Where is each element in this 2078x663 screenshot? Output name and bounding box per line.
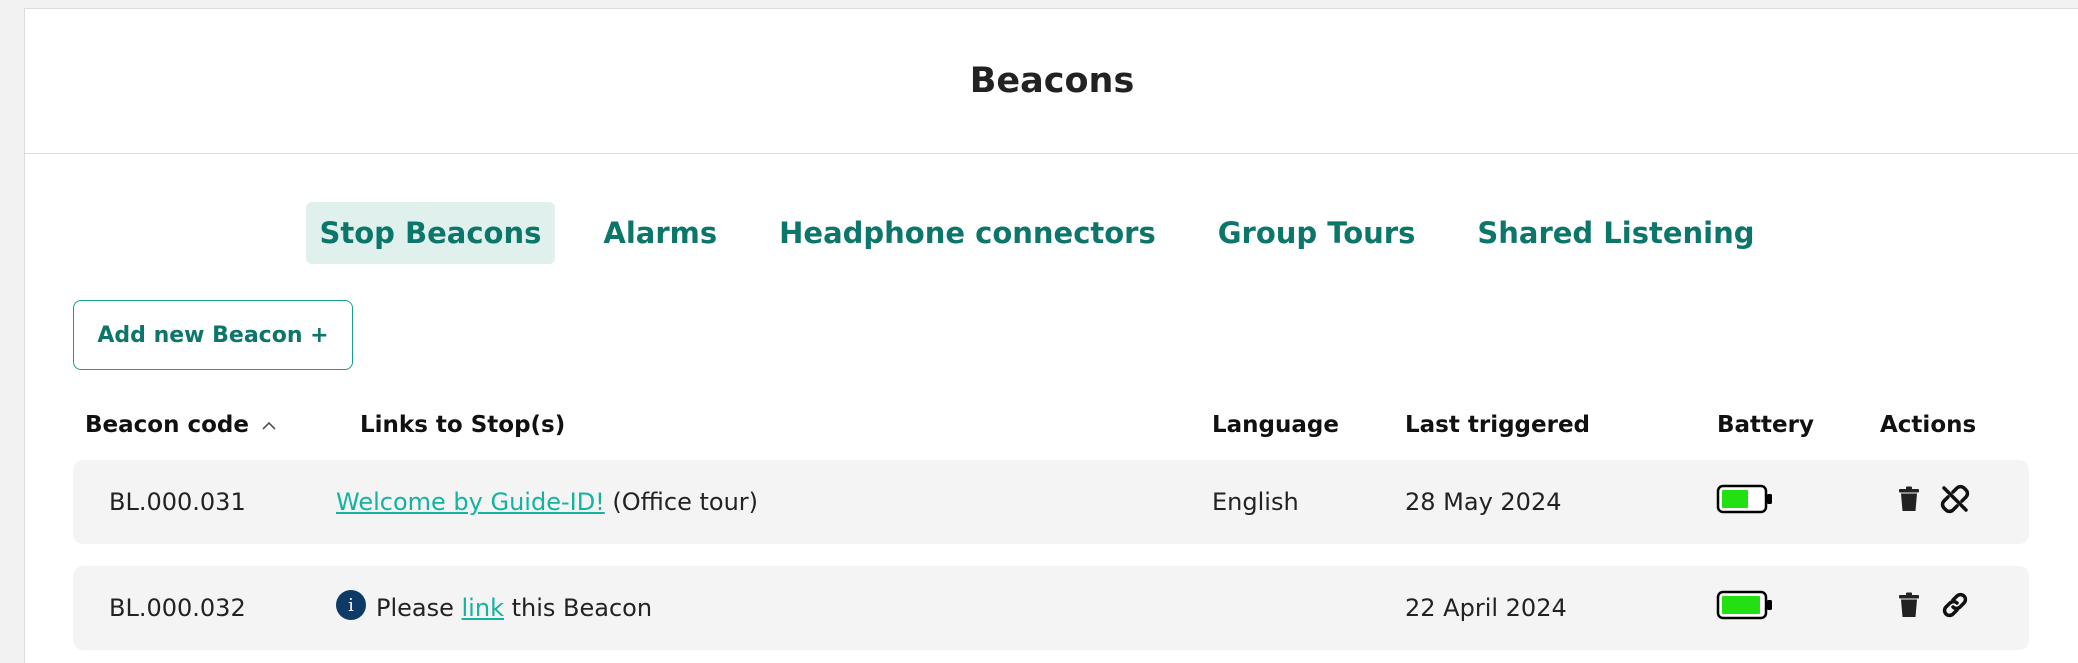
column-header-language: Language — [1212, 412, 1339, 438]
beacon-code: BL.000.032 — [109, 594, 246, 622]
battery-fill — [1722, 490, 1748, 508]
unlink-icon[interactable] — [1940, 484, 1970, 520]
stop-link[interactable]: Welcome by Guide-ID! — [336, 488, 605, 516]
column-header-last-triggered: Last triggered — [1405, 412, 1591, 438]
link-beacon-link[interactable]: link — [462, 594, 504, 622]
tab-headphone-connectors[interactable]: Headphone connectors — [765, 202, 1170, 264]
tab-group-tours[interactable]: Group Tours — [1204, 202, 1430, 264]
page-header: Beacons — [25, 9, 2078, 154]
language: English — [1212, 488, 1299, 516]
row-actions — [1898, 460, 1970, 544]
link-prompt-after: this Beacon — [503, 594, 653, 622]
tour-name: (Office tour) — [604, 488, 759, 516]
beacons-panel: Beacons Stop Beacons Alarms Headphone co… — [24, 8, 2078, 663]
info-icon: i — [336, 590, 366, 620]
column-header-beacon-code[interactable]: Beacon code — [85, 412, 277, 438]
table-row: BL.000.032 i Please link this Beacon 22 … — [73, 566, 2029, 650]
link-prompt-before: Please — [376, 594, 462, 622]
trash-icon[interactable] — [1898, 486, 1920, 518]
battery-icon — [1716, 483, 1774, 521]
column-header-links: Links to Stop(s) — [360, 412, 566, 438]
link-icon[interactable] — [1940, 590, 1970, 626]
last-triggered: 22 April 2024 — [1405, 594, 1567, 622]
battery-cell — [1716, 460, 1774, 544]
last-triggered: 28 May 2024 — [1405, 488, 1562, 516]
column-header-battery: Battery — [1717, 412, 1814, 438]
stop-links: Welcome by Guide-ID! (Office tour) — [336, 460, 758, 544]
trash-icon[interactable] — [1898, 592, 1920, 624]
column-header-actions: Actions — [1880, 412, 1977, 438]
table-row: BL.000.031 Welcome by Guide-ID! (Office … — [73, 460, 2029, 544]
add-beacon-button[interactable]: Add new Beacon + — [73, 300, 353, 370]
page-title: Beacons — [969, 61, 1135, 101]
sort-ascending-icon — [261, 412, 277, 438]
row-actions — [1898, 566, 1970, 650]
battery-icon — [1716, 589, 1774, 627]
stop-links: i Please link this Beacon — [336, 566, 652, 650]
tab-alarms[interactable]: Alarms — [589, 202, 731, 264]
beacon-code: BL.000.031 — [109, 488, 246, 516]
column-header-label: Beacon code — [85, 412, 249, 438]
tab-shared-listening[interactable]: Shared Listening — [1463, 202, 1768, 264]
tab-stop-beacons[interactable]: Stop Beacons — [305, 202, 556, 264]
battery-fill — [1722, 596, 1760, 614]
beacon-type-tabs: Stop Beacons Alarms Headphone connectors… — [25, 202, 2078, 264]
battery-cell — [1716, 566, 1774, 650]
